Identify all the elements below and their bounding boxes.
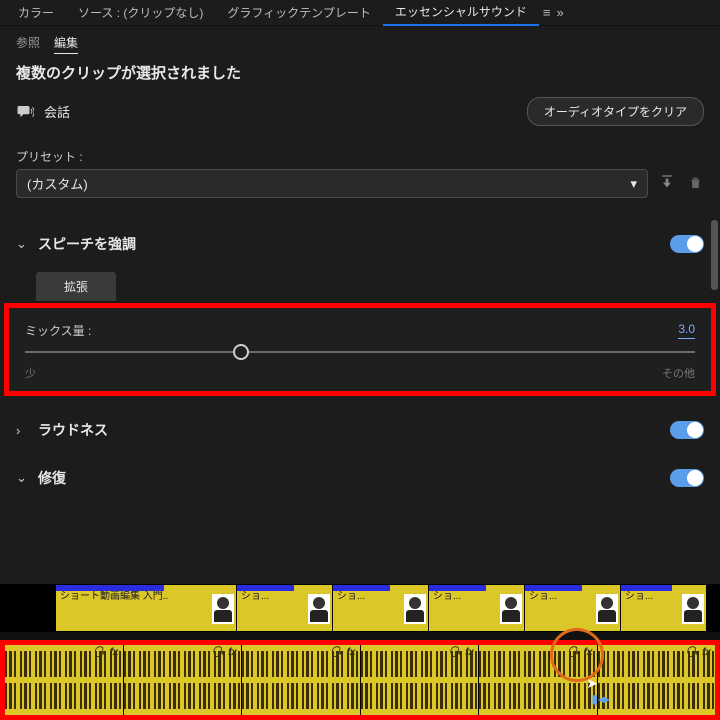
clip-thumbnail [404, 594, 426, 624]
section-loudness[interactable]: › ラウドネス [0, 406, 720, 454]
video-clip[interactable]: ショ... [429, 585, 524, 631]
video-clip[interactable]: ショ... [333, 585, 428, 631]
toggle-loudness[interactable] [670, 421, 704, 439]
audio-clip[interactable]: 🗣fx [124, 645, 242, 715]
clip-thumbnail [596, 594, 618, 624]
audio-track-highlight: 🗣fx 🗣fx 🗣fx 🗣fx 🗣fx 🗣fx [0, 640, 720, 720]
panel-tabbar: カラー ソース : (クリップなし) グラフィックテンプレート エッセンシャルサ… [0, 0, 720, 26]
clip-label: ショ... [433, 591, 461, 602]
tabbar-overflow-icon[interactable]: » [556, 5, 563, 20]
clip-label: ショ... [241, 591, 269, 602]
selection-headline: 複数のクリップが選択されました [0, 58, 720, 93]
clip-label: ショ... [529, 591, 557, 602]
panel-menu-icon[interactable]: ≡ [543, 5, 551, 20]
clip-thumbnail [212, 594, 234, 624]
video-track[interactable]: ショート動画編集 入門.. ショ... ショ... ショ... ショ... ショ… [0, 584, 720, 632]
video-clip[interactable]: ショ... [237, 585, 332, 631]
section-title-repair: 修復 [38, 468, 66, 488]
subtab-edit[interactable]: 編集 [54, 34, 78, 54]
audio-type-row: 会話 オーディオタイプをクリア [0, 93, 720, 130]
chevron-down-icon: ⌄ [16, 236, 30, 252]
section-title-loudness: ラウドネス [38, 420, 108, 440]
tab-graphics[interactable]: グラフィックテンプレート [215, 0, 382, 25]
preset-label: プリセット : [0, 130, 720, 169]
mix-label: ミックス量 : [25, 322, 91, 339]
chevron-down-icon: ▾ [630, 176, 637, 192]
toggle-repair[interactable] [670, 469, 704, 487]
panel-scrollbar[interactable] [711, 220, 718, 290]
clip-thumbnail [682, 594, 704, 624]
tab-essential-sound[interactable]: エッセンシャルサウンド [383, 0, 539, 26]
section-enhance-speech[interactable]: ⌄ スピーチを強調 [0, 220, 720, 268]
preset-row: (カスタム) ▾ [0, 169, 720, 198]
speech-bubble-sound-icon [16, 103, 34, 121]
section-repair[interactable]: ⌄ 修復 [0, 454, 720, 502]
timeline: ショート動画編集 入門.. ショ... ショ... ショ... ショ... ショ… [0, 584, 720, 720]
mouse-cursor-icon: ➤ [586, 675, 598, 692]
mix-amount-panel: ミックス量 : 3.0 少 その他 [4, 303, 716, 396]
tab-color[interactable]: カラー [6, 0, 66, 25]
trim-handle-icon: ▮◂▸ [591, 692, 610, 706]
audio-clip[interactable]: 🗣fx [598, 645, 716, 715]
audio-clip[interactable]: 🗣fx [479, 645, 597, 715]
audio-clip[interactable]: 🗣fx [5, 645, 123, 715]
tab-source[interactable]: ソース : (クリップなし) [66, 0, 215, 25]
preset-select[interactable]: (カスタム) ▾ [16, 169, 648, 198]
toggle-enhance-speech[interactable] [670, 235, 704, 253]
video-clip[interactable]: ショート動画編集 入門.. [56, 585, 236, 631]
chevron-down-icon: ⌄ [16, 470, 30, 486]
clip-label: ショ... [625, 591, 653, 602]
mix-slider[interactable] [25, 351, 695, 353]
chevron-right-icon: › [16, 423, 30, 438]
clear-audio-type-button[interactable]: オーディオタイプをクリア [527, 97, 704, 126]
mix-min-label: 少 [25, 365, 36, 381]
section-title-enhance: スピーチを強調 [38, 234, 136, 254]
clip-label: ショート動画編集 入門.. [60, 591, 168, 602]
video-clip[interactable]: ショ... [525, 585, 620, 631]
video-clip[interactable]: ショ... [621, 585, 706, 631]
mix-max-label: その他 [662, 365, 695, 381]
enhance-expand-tab[interactable]: 拡張 [36, 272, 116, 301]
subtab-browse[interactable]: 参照 [16, 34, 40, 54]
preset-value: (カスタム) [27, 174, 88, 193]
mix-value[interactable]: 3.0 [678, 322, 695, 339]
delete-preset-icon[interactable] [686, 175, 704, 193]
save-preset-icon[interactable] [658, 174, 676, 193]
clip-label: ショ... [337, 591, 365, 602]
clip-thumbnail [308, 594, 330, 624]
clip-thumbnail [500, 594, 522, 624]
audio-type-label: 会話 [44, 102, 70, 121]
audio-clip[interactable]: 🗣fx [242, 645, 360, 715]
audio-clip[interactable]: 🗣fx [361, 645, 479, 715]
mix-slider-thumb[interactable] [233, 344, 249, 360]
subtab-bar: 参照 編集 [0, 26, 720, 58]
